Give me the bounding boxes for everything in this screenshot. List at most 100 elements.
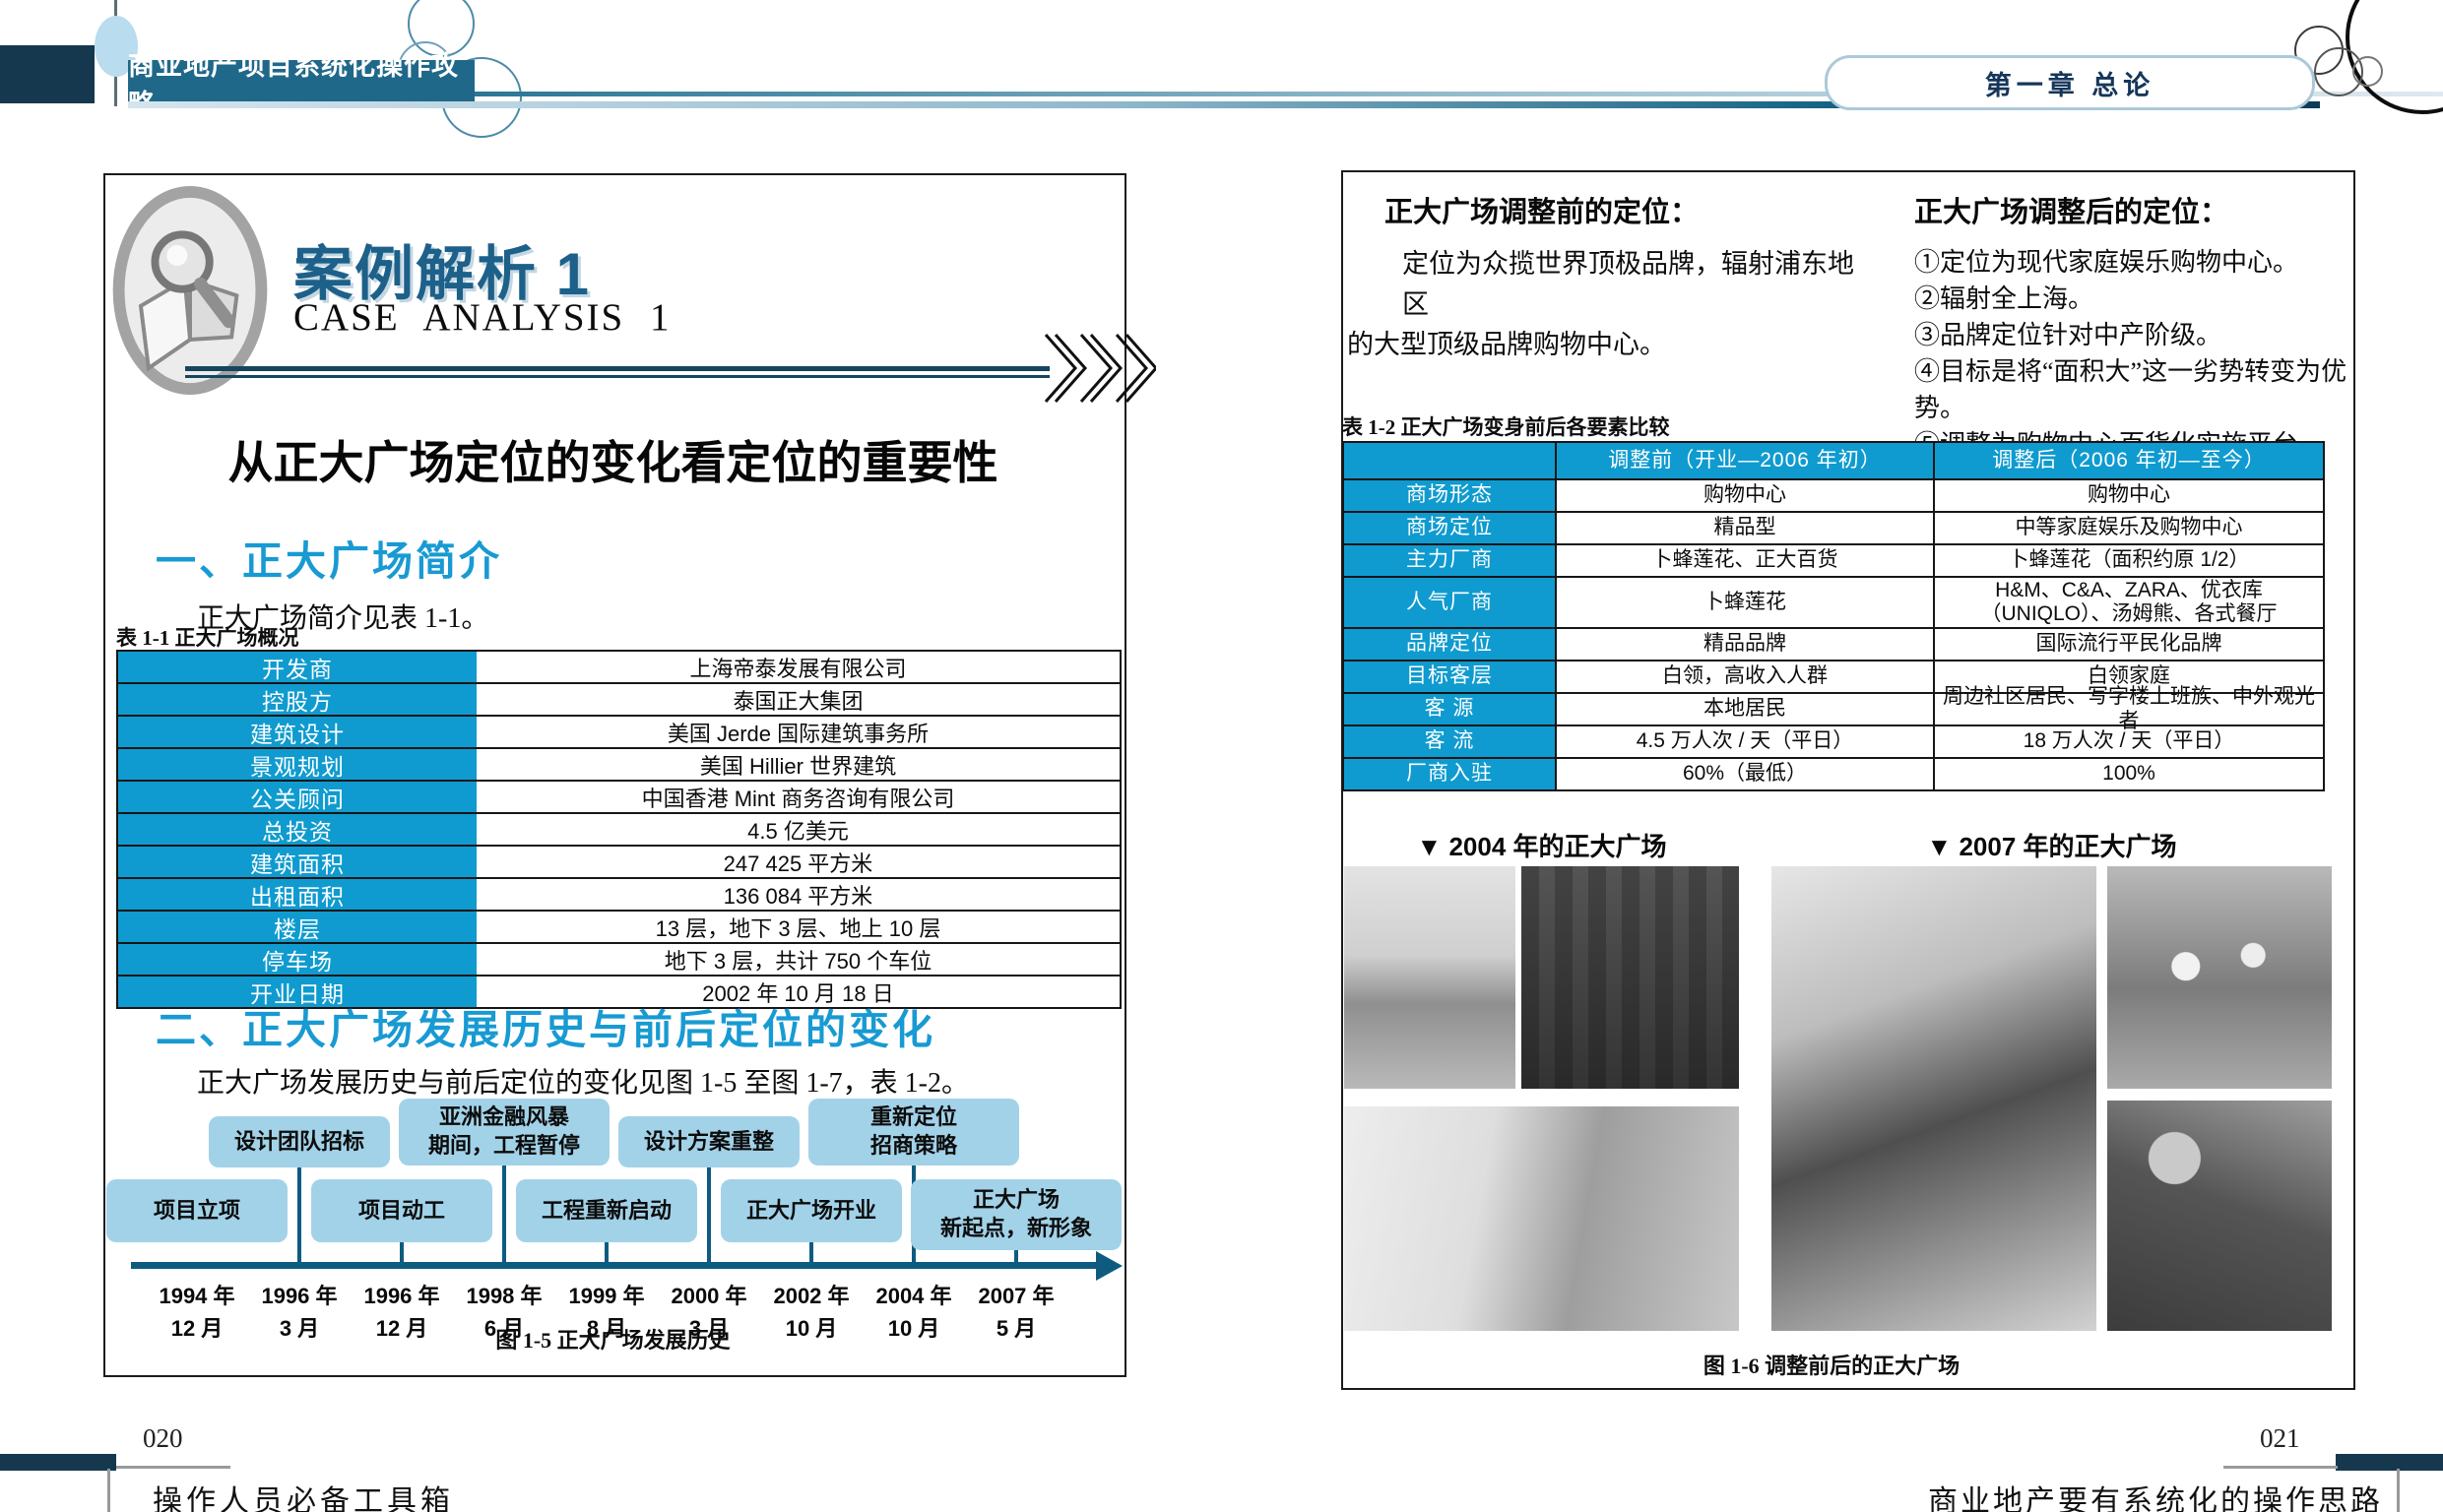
- row-label: 品牌定位: [1344, 629, 1555, 660]
- row-value: 4.5 万人次 / 天（平日）: [1555, 726, 1933, 757]
- row-label: 商场定位: [1344, 513, 1555, 543]
- page-number-right: 021: [2260, 1423, 2300, 1454]
- timeline-event-box: 亚洲金融风暴期间，工程暂停: [399, 1099, 610, 1166]
- after-heading: 正大广场调整后的定位：: [1914, 189, 2353, 230]
- timeline-event-label: 亚洲金融风暴: [439, 1103, 569, 1132]
- photo-2007-crowd: [2107, 1101, 2332, 1331]
- photo-2004-plaza-right: [1521, 866, 1739, 1089]
- timeline-connector: [605, 1242, 609, 1264]
- timeline-connector: [707, 1167, 711, 1264]
- table-row: 总投资4.5 亿美元: [118, 812, 1120, 845]
- table-before-after-comparison: 调整前（开业—2006 年初）调整后（2006 年初—至今）商场形态购物中心购物…: [1342, 441, 2325, 791]
- row-label: 商场形态: [1344, 480, 1555, 511]
- row-label: 控股方: [118, 684, 477, 715]
- timeline-event-label: 设计方案重整: [644, 1128, 774, 1157]
- table-row: 厂商入驻60%（最低）100%: [1344, 757, 2323, 789]
- timeline-date-line: 2007 年: [952, 1280, 1080, 1312]
- figure6-caption: 图 1-6 调整前后的正大广场: [1342, 1349, 2321, 1380]
- timeline-event-box: 设计方案重整: [618, 1116, 800, 1167]
- row-label: 主力厂商: [1344, 545, 1555, 576]
- row-label: 客 流: [1344, 726, 1555, 757]
- case-analysis-badge-icon: [112, 185, 268, 396]
- footer-rule: [2223, 1466, 2338, 1469]
- row-value: 上海帝泰发展有限公司: [477, 652, 1120, 682]
- photo-2007-terrace: [2107, 866, 2332, 1089]
- row-label: 厂商入驻: [1344, 759, 1555, 789]
- row-label: 人气厂商: [1344, 578, 1555, 627]
- table-row: 楼层13 层，地下 3 层、地上 10 层: [118, 910, 1120, 942]
- footer-vertical-rule: [107, 1469, 110, 1512]
- figure5-caption: 图 1-5 正大广场发展历史: [103, 1323, 1123, 1354]
- row-value: 60%（最低）: [1555, 759, 1933, 789]
- chevrons-icon: [1042, 329, 1156, 408]
- section2-heading: 二、正大广场发展历史与前后定位的变化: [156, 996, 935, 1055]
- row-value: 13 层，地下 3 层、地上 10 层: [477, 912, 1120, 942]
- title-rule: [185, 366, 1050, 371]
- row-label: 建筑设计: [118, 717, 477, 747]
- row-label: 开发商: [118, 652, 477, 682]
- photo-2007-stairs: [1771, 866, 2096, 1331]
- table-row: 商场形态购物中心购物中心: [1344, 478, 2323, 511]
- row-label: 停车场: [118, 944, 477, 975]
- photo-2004-plaza-left: [1344, 866, 1515, 1089]
- footer-text-left: 操作人员必备工具箱: [153, 1477, 454, 1512]
- section1-heading: 一、正大广场简介: [156, 528, 502, 587]
- row-label: 客 源: [1344, 694, 1555, 724]
- row-value: 卜蜂莲花、正大百货: [1555, 545, 1933, 576]
- chapter-title: 第一章 总论: [1825, 55, 2315, 110]
- row-value: 购物中心: [1555, 480, 1933, 511]
- timeline-event-box: 项目立项: [106, 1179, 288, 1242]
- row-label: 出租面积: [118, 879, 477, 910]
- timeline-event-label: 项目动工: [358, 1197, 445, 1226]
- timeline-event-label: 重新定位: [870, 1103, 957, 1132]
- table-row: 主力厂商卜蜂莲花、正大百货卜蜂莲花（面积约原 1/2）: [1344, 543, 2323, 576]
- table-plaza-overview: 开发商上海帝泰发展有限公司控股方泰国正大集团建筑设计美国 Jerde 国际建筑事…: [116, 650, 1122, 1009]
- row-value: 247 425 平方米: [477, 847, 1120, 877]
- timeline-connector: [400, 1242, 404, 1264]
- row-value: 地下 3 层，共计 750 个车位: [477, 944, 1120, 975]
- timeline-event-label: 项目立项: [154, 1197, 240, 1226]
- row-value: 精品品牌: [1555, 629, 1933, 660]
- timeline-connector: [297, 1167, 301, 1264]
- row-value: 周边社区居民、写字楼上班族、中外观光者: [1933, 694, 2323, 724]
- timeline-event-box: 正大广场开业: [721, 1179, 902, 1242]
- row-label: 景观规划: [118, 749, 477, 780]
- table-row: 客 流4.5 万人次 / 天（平日）18 万人次 / 天（平日）: [1344, 724, 2323, 757]
- row-value: 国际流行平民化品牌: [1933, 629, 2323, 660]
- row-value: 136 084 平方米: [477, 879, 1120, 910]
- row-value: H&M、C&A、ZARA、优衣库（UNIQLO）、汤姆熊、各式餐厅: [1933, 578, 2323, 627]
- table-row: 出租面积136 084 平方米: [118, 877, 1120, 910]
- footer-text-right: 商业地产要有系统化的操作思路: [1851, 1477, 2383, 1512]
- row-value: 卜蜂莲花（面积约原 1/2）: [1933, 545, 2323, 576]
- footer-rule: [116, 1466, 230, 1469]
- table1-caption: 表 1-1 正大广场概况: [116, 622, 299, 652]
- table-row: 商场定位精品型中等家庭娱乐及购物中心: [1344, 511, 2323, 543]
- timeline-event-label: 招商策略: [870, 1132, 957, 1161]
- column-header: [1344, 443, 1555, 478]
- row-label: 楼层: [118, 912, 477, 942]
- page-number-left: 020: [143, 1423, 183, 1454]
- row-value: 中国香港 Mint 商务咨询有限公司: [477, 782, 1120, 812]
- table2-caption: 表 1-2 正大广场变身前后各要素比较: [1342, 411, 1670, 441]
- photo-2004-street: [1344, 1106, 1739, 1331]
- row-label: 建筑面积: [118, 847, 477, 877]
- after-list-item: ④目标是将“面积大”这一劣势转变为优势。: [1914, 353, 2353, 426]
- article-title: 从正大广场定位的变化看定位的重要性: [103, 427, 1123, 492]
- timeline-event-box: 正大广场新起点，新形象: [911, 1179, 1122, 1250]
- timeline-event-label: 期间，工程暂停: [428, 1132, 580, 1161]
- table-row: 停车场地下 3 层，共计 750 个车位: [118, 942, 1120, 975]
- title-rule: [185, 375, 1050, 378]
- table-row: 建筑设计美国 Jerde 国际建筑事务所: [118, 715, 1120, 747]
- case-analysis-title-en: CASE ANALYSIS 1: [293, 295, 671, 340]
- row-label: 公关顾问: [118, 782, 477, 812]
- photos-2007-caption: ▼ 2007 年的正大广场: [1771, 827, 2332, 863]
- before-heading: 正大广场调整前的定位：: [1347, 189, 1879, 230]
- timeline-connector: [809, 1242, 813, 1264]
- positioning-after-block: 正大广场调整后的定位： ①定位为现代家庭娱乐购物中心。②辐射全上海。③品牌定位针…: [1914, 189, 2353, 463]
- after-list-item: ①定位为现代家庭娱乐购物中心。: [1914, 244, 2353, 281]
- row-value: 本地居民: [1555, 694, 1933, 724]
- timeline-event-box: 项目动工: [311, 1179, 492, 1242]
- before-line: 的大型顶级品牌购物中心。: [1347, 325, 1879, 365]
- column-header: 调整前（开业—2006 年初）: [1555, 443, 1933, 478]
- row-value: 中等家庭娱乐及购物中心: [1933, 513, 2323, 543]
